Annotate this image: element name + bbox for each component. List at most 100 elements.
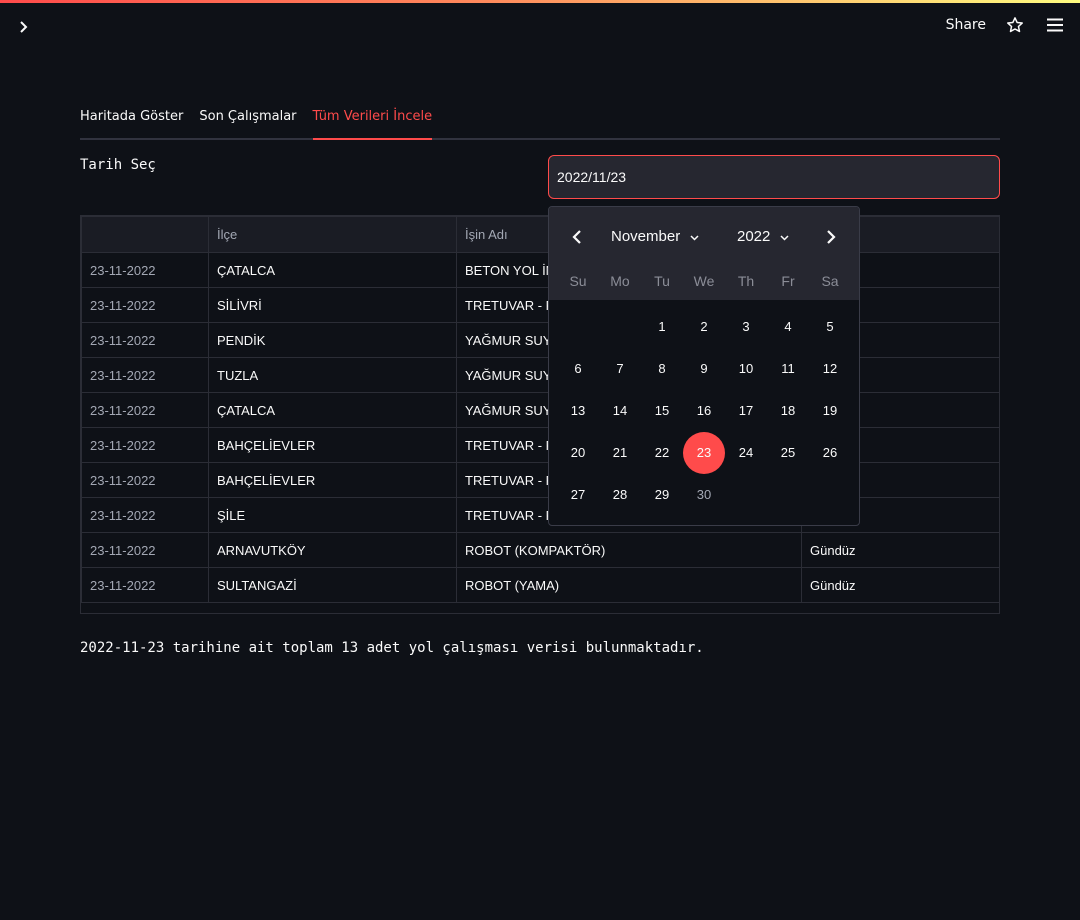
date-picker-label: Tarih Seç	[80, 157, 156, 173]
table-row[interactable]: 23-11-2022 ÇATALCA BETON YOL İMA	[81, 252, 999, 288]
calendar-day[interactable]: 13	[557, 390, 599, 432]
star-icon[interactable]	[1004, 14, 1026, 36]
calendar-popover: November 2022 Su Mo Tu We Th Fr Sa 1 2 3 4 5 6 7 8 9 10…	[548, 206, 860, 526]
summary-text: 2022-11-23 tarihine ait toplam 13 adet y…	[80, 640, 704, 656]
chevron-down-icon	[780, 228, 789, 245]
cell-ilce[interactable]: BAHÇELİEVLER	[208, 462, 457, 498]
weekday-label: Th	[737, 273, 755, 289]
calendar-day[interactable]: 17	[725, 390, 767, 432]
calendar-day-selected[interactable]: 23	[683, 432, 725, 474]
weekday-label: Mo	[610, 273, 630, 289]
calendar-day[interactable]: 6	[557, 348, 599, 390]
cell-date[interactable]: 23-11-2022	[81, 427, 209, 463]
sidebar-expand-button[interactable]	[12, 16, 36, 38]
share-button[interactable]: Share	[946, 17, 986, 33]
chevron-right-icon	[19, 18, 29, 37]
table-row[interactable]: 23-11-2022 BAHÇELİEVLER TRETUVAR - PA	[81, 462, 999, 498]
hamburger-menu-icon[interactable]	[1044, 14, 1066, 36]
table-header-row: İlçe İşin Adı	[81, 216, 999, 253]
table-row[interactable]: 23-11-2022 ARNAVUTKÖY ROBOT (KOMPAKTÖR) Gün…	[81, 532, 999, 568]
cell-isin-adi[interactable]: ROBOT (KOMPAKTÖR)	[456, 532, 802, 568]
cell-ilce[interactable]: BAHÇELİEVLER	[208, 427, 457, 463]
table-row[interactable]: 23-11-2022 ŞİLE TRETUVAR - PA	[81, 497, 999, 533]
calendar-day[interactable]: 25	[767, 432, 809, 474]
cell-date[interactable]: 23-11-2022	[81, 532, 209, 568]
weekday-label: Su	[569, 273, 587, 289]
calendar-day[interactable]: 9	[683, 348, 725, 390]
weekday-label: Sa	[821, 273, 839, 289]
cell-date[interactable]: 23-11-2022	[81, 567, 209, 603]
top-decoration-bar	[0, 0, 1080, 3]
calendar-header: November 2022 Su Mo Tu We Th Fr Sa	[549, 207, 859, 300]
cell-date[interactable]: 23-11-2022	[81, 462, 209, 498]
cell-ilce[interactable]: ÇATALCA	[208, 392, 457, 428]
column-header-ilce[interactable]: İlçe	[208, 216, 457, 253]
cell-date[interactable]: 23-11-2022	[81, 287, 209, 323]
calendar-day[interactable]: 1	[641, 306, 683, 348]
weekday-row: Su Mo Tu We Th Fr Sa	[557, 273, 851, 289]
data-table[interactable]: İlçe İşin Adı 23-11-2022 ÇATALCA BETON YOL…	[80, 215, 1000, 614]
weekday-label: Fr	[781, 273, 795, 289]
calendar-day[interactable]: 16	[683, 390, 725, 432]
tab-bar: Haritada Göster Son Çalışmalar Tüm Veril…	[80, 100, 1000, 140]
weekday-label: We	[693, 273, 715, 289]
cell-ilce[interactable]: SİLİVRİ	[208, 287, 457, 323]
calendar-day[interactable]: 11	[767, 348, 809, 390]
cell-date[interactable]: 23-11-2022	[81, 497, 209, 533]
calendar-day[interactable]: 22	[641, 432, 683, 474]
previous-month-button[interactable]	[565, 227, 589, 247]
calendar-day[interactable]: 29	[641, 474, 683, 516]
calendar-day[interactable]: 26	[809, 432, 851, 474]
header-toolbar: Share	[946, 14, 1066, 36]
weekday-label: Tu	[654, 273, 670, 289]
cell-ilce[interactable]: ŞİLE	[208, 497, 457, 533]
table-row[interactable]: 23-11-2022 PENDİK YAĞMUR SUYU	[81, 322, 999, 358]
calendar-day[interactable]: 18	[767, 390, 809, 432]
calendar-day[interactable]: 19	[809, 390, 851, 432]
calendar-day[interactable]: 12	[809, 348, 851, 390]
cell-date[interactable]: 23-11-2022	[81, 322, 209, 358]
cell-ilce[interactable]: ARNAVUTKÖY	[208, 532, 457, 568]
tab-tum-verileri-incele[interactable]: Tüm Verileri İncele	[312, 100, 432, 140]
column-header-index[interactable]	[81, 216, 209, 253]
cell-date[interactable]: 23-11-2022	[81, 252, 209, 288]
tab-son-calismalar[interactable]: Son Çalışmalar	[199, 100, 296, 138]
table-row[interactable]: 23-11-2022 TUZLA YAĞMUR SUYU	[81, 357, 999, 393]
year-select[interactable]: 2022	[737, 228, 789, 245]
calendar-day[interactable]: 21	[599, 432, 641, 474]
tab-haritada-goster[interactable]: Haritada Göster	[80, 100, 183, 138]
month-select[interactable]: November	[611, 228, 699, 245]
calendar-day[interactable]: 24	[725, 432, 767, 474]
cell-date[interactable]: 23-11-2022	[81, 392, 209, 428]
cell-vardiya[interactable]: Gündüz	[801, 532, 999, 568]
month-label: November	[611, 228, 681, 245]
calendar-day[interactable]: 15	[641, 390, 683, 432]
cell-isin-adi[interactable]: ROBOT (YAMA)	[456, 567, 802, 603]
calendar-day[interactable]: 8	[641, 348, 683, 390]
date-input[interactable]	[548, 155, 1000, 199]
table-row[interactable]: 23-11-2022 SİLİVRİ TRETUVAR - PA	[81, 287, 999, 323]
next-month-button[interactable]	[819, 227, 843, 247]
cell-date[interactable]: 23-11-2022	[81, 357, 209, 393]
calendar-day[interactable]: 10	[725, 348, 767, 390]
calendar-day[interactable]: 5	[809, 306, 851, 348]
table-row[interactable]: 23-11-2022 SULTANGAZİ ROBOT (YAMA) Gündüz	[81, 567, 999, 603]
calendar-day[interactable]: 4	[767, 306, 809, 348]
calendar-day[interactable]: 2	[683, 306, 725, 348]
calendar-day[interactable]: 3	[725, 306, 767, 348]
calendar-day[interactable]: 30	[683, 474, 725, 516]
cell-vardiya[interactable]: Gündüz	[801, 567, 999, 603]
table-row[interactable]: 23-11-2022 ÇATALCA YAĞMUR SUYU	[81, 392, 999, 428]
calendar-day[interactable]: 20	[557, 432, 599, 474]
cell-ilce[interactable]: TUZLA	[208, 357, 457, 393]
chevron-down-icon	[690, 228, 699, 245]
table-row[interactable]: 23-11-2022 BAHÇELİEVLER TRETUVAR - PA	[81, 427, 999, 463]
cell-ilce[interactable]: SULTANGAZİ	[208, 567, 457, 603]
calendar-day[interactable]: 14	[599, 390, 641, 432]
calendar-day[interactable]: 28	[599, 474, 641, 516]
calendar-day[interactable]: 27	[557, 474, 599, 516]
year-label: 2022	[737, 228, 771, 245]
cell-ilce[interactable]: ÇATALCA	[208, 252, 457, 288]
calendar-day[interactable]: 7	[599, 348, 641, 390]
cell-ilce[interactable]: PENDİK	[208, 322, 457, 358]
